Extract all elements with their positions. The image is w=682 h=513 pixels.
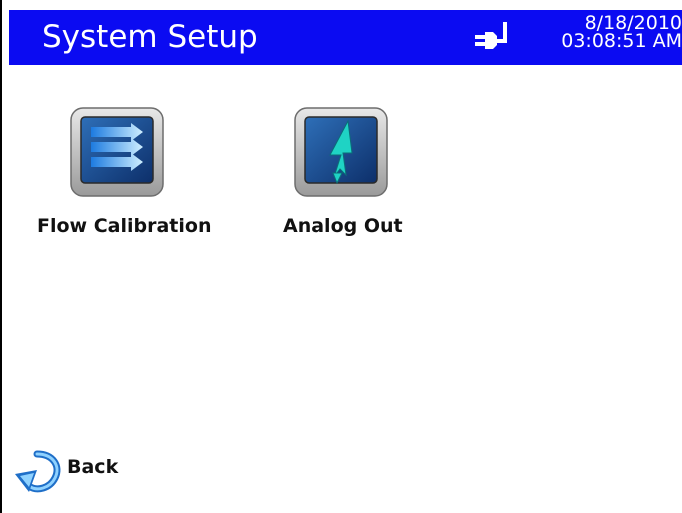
lightning-icon [294, 107, 388, 197]
back-button[interactable]: Back [9, 442, 149, 502]
back-arrow-icon [15, 450, 61, 493]
flow-arrows-icon [70, 107, 164, 197]
flow-calibration-label: Flow Calibration [37, 215, 212, 237]
page-title: System Setup [42, 19, 258, 55]
time-text: 03:08:51 AM [561, 30, 682, 52]
analog-out-label: Analog Out [283, 215, 403, 237]
title-bar: System Setup 8/18/2010 03:08:51 AM [9, 10, 682, 65]
back-label: Back [67, 456, 119, 478]
datetime: 8/18/2010 03:08:51 AM [552, 14, 682, 52]
left-border [0, 0, 2, 513]
plug-icon [475, 22, 507, 49]
